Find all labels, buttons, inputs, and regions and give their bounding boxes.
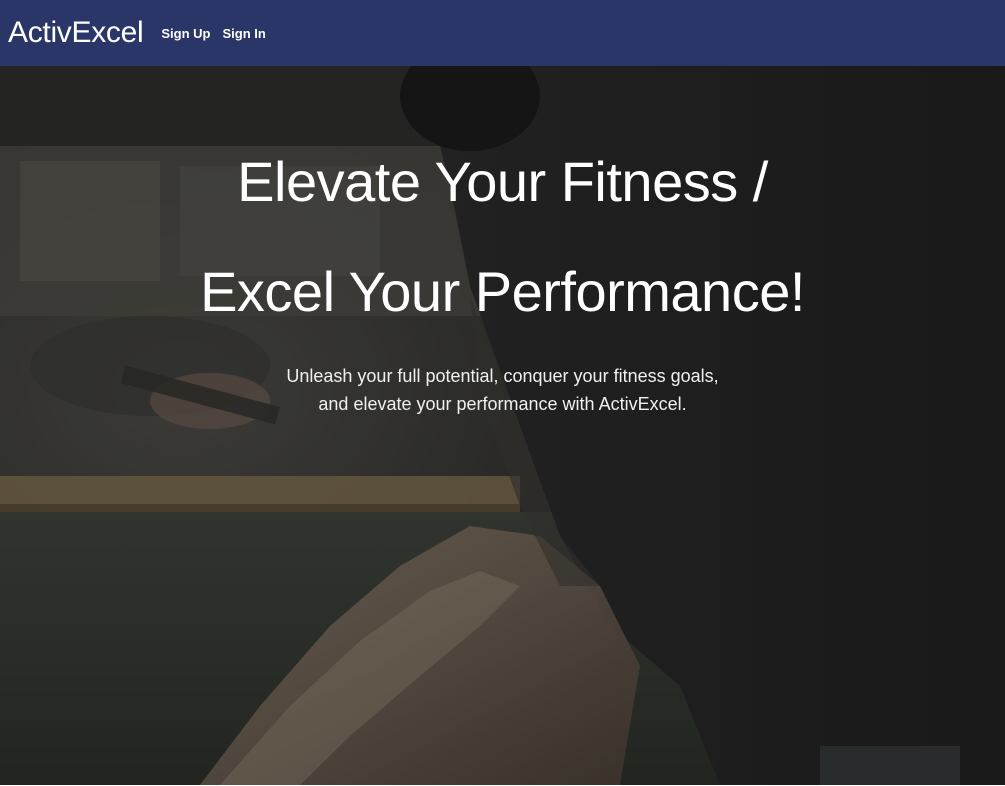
sign-up-link[interactable]: Sign Up xyxy=(161,27,210,40)
top-navbar: ActivExcel Sign Up Sign In xyxy=(0,0,1005,66)
hero-subtitle-line-1: Unleash your full potential, conquer you… xyxy=(286,366,719,386)
hero-title-line-2: Excel Your Performance! xyxy=(200,260,805,323)
brand-logo-link[interactable]: ActivExcel xyxy=(8,18,144,48)
hero-subtitle-line-2: and elevate your performance with ActivE… xyxy=(318,394,687,414)
sign-in-link[interactable]: Sign In xyxy=(222,27,265,40)
hero-section: Elevate Your Fitness / Excel Your Perfor… xyxy=(0,66,1005,785)
hero-subtitle: Unleash your full potential, conquer you… xyxy=(0,362,1005,418)
hero-title-line-1: Elevate Your Fitness / xyxy=(237,150,768,213)
